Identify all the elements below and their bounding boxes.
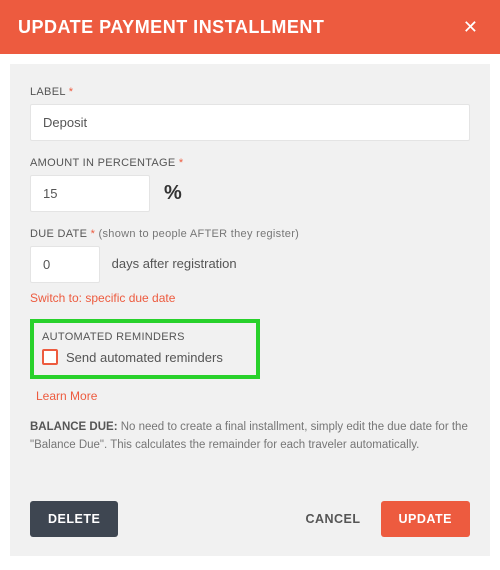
due-date-suffix: days after registration [112, 256, 237, 271]
due-date-days-input[interactable] [30, 246, 100, 283]
modal-header: UPDATE PAYMENT INSTALLMENT ✕ [0, 0, 500, 54]
switch-due-date-mode-link[interactable]: Switch to: specific due date [30, 291, 175, 305]
due-date-field-label: DUE DATE * (shown to people AFTER they r… [30, 228, 470, 240]
due-date-hint: (shown to people AFTER they register) [99, 228, 300, 240]
required-mark: * [69, 86, 74, 98]
reminders-checkbox-label: Send automated reminders [66, 350, 223, 365]
label-text: AMOUNT IN PERCENTAGE [30, 157, 176, 169]
amount-row: % [30, 175, 470, 212]
learn-more-link[interactable]: Learn More [36, 389, 97, 403]
label-text: DUE DATE [30, 228, 87, 240]
update-button[interactable]: UPDATE [381, 501, 470, 537]
amount-group: AMOUNT IN PERCENTAGE * % [30, 157, 470, 212]
amount-field-label: AMOUNT IN PERCENTAGE * [30, 157, 470, 169]
close-icon: ✕ [463, 17, 478, 37]
reminders-row: Send automated reminders [42, 349, 248, 365]
amount-input[interactable] [30, 175, 150, 212]
footer-right: CANCEL UPDATE [299, 501, 470, 537]
balance-due-heading: BALANCE DUE: [30, 421, 118, 433]
modal-body: LABEL * AMOUNT IN PERCENTAGE * % DUE DAT… [10, 64, 490, 556]
reminders-checkbox[interactable] [42, 349, 58, 365]
due-date-group: DUE DATE * (shown to people AFTER they r… [30, 228, 470, 309]
modal-body-wrap: LABEL * AMOUNT IN PERCENTAGE * % DUE DAT… [0, 54, 500, 566]
label-text: LABEL [30, 86, 65, 98]
label-group: LABEL * [30, 86, 470, 141]
balance-due-note: BALANCE DUE: No need to create a final i… [30, 419, 470, 455]
label-field-label: LABEL * [30, 86, 470, 98]
due-date-row: days after registration [30, 246, 470, 283]
modal-footer: DELETE CANCEL UPDATE [30, 501, 470, 537]
modal-title: UPDATE PAYMENT INSTALLMENT [18, 17, 324, 38]
required-mark: * [179, 157, 184, 169]
cancel-button[interactable]: CANCEL [299, 501, 366, 537]
reminders-label: AUTOMATED REMINDERS [42, 331, 248, 343]
percent-symbol: % [164, 182, 182, 205]
automated-reminders-box: AUTOMATED REMINDERS Send automated remin… [30, 319, 260, 379]
close-button[interactable]: ✕ [459, 16, 482, 38]
delete-button[interactable]: DELETE [30, 501, 118, 537]
required-mark: * [91, 228, 96, 240]
label-input[interactable] [30, 104, 470, 141]
